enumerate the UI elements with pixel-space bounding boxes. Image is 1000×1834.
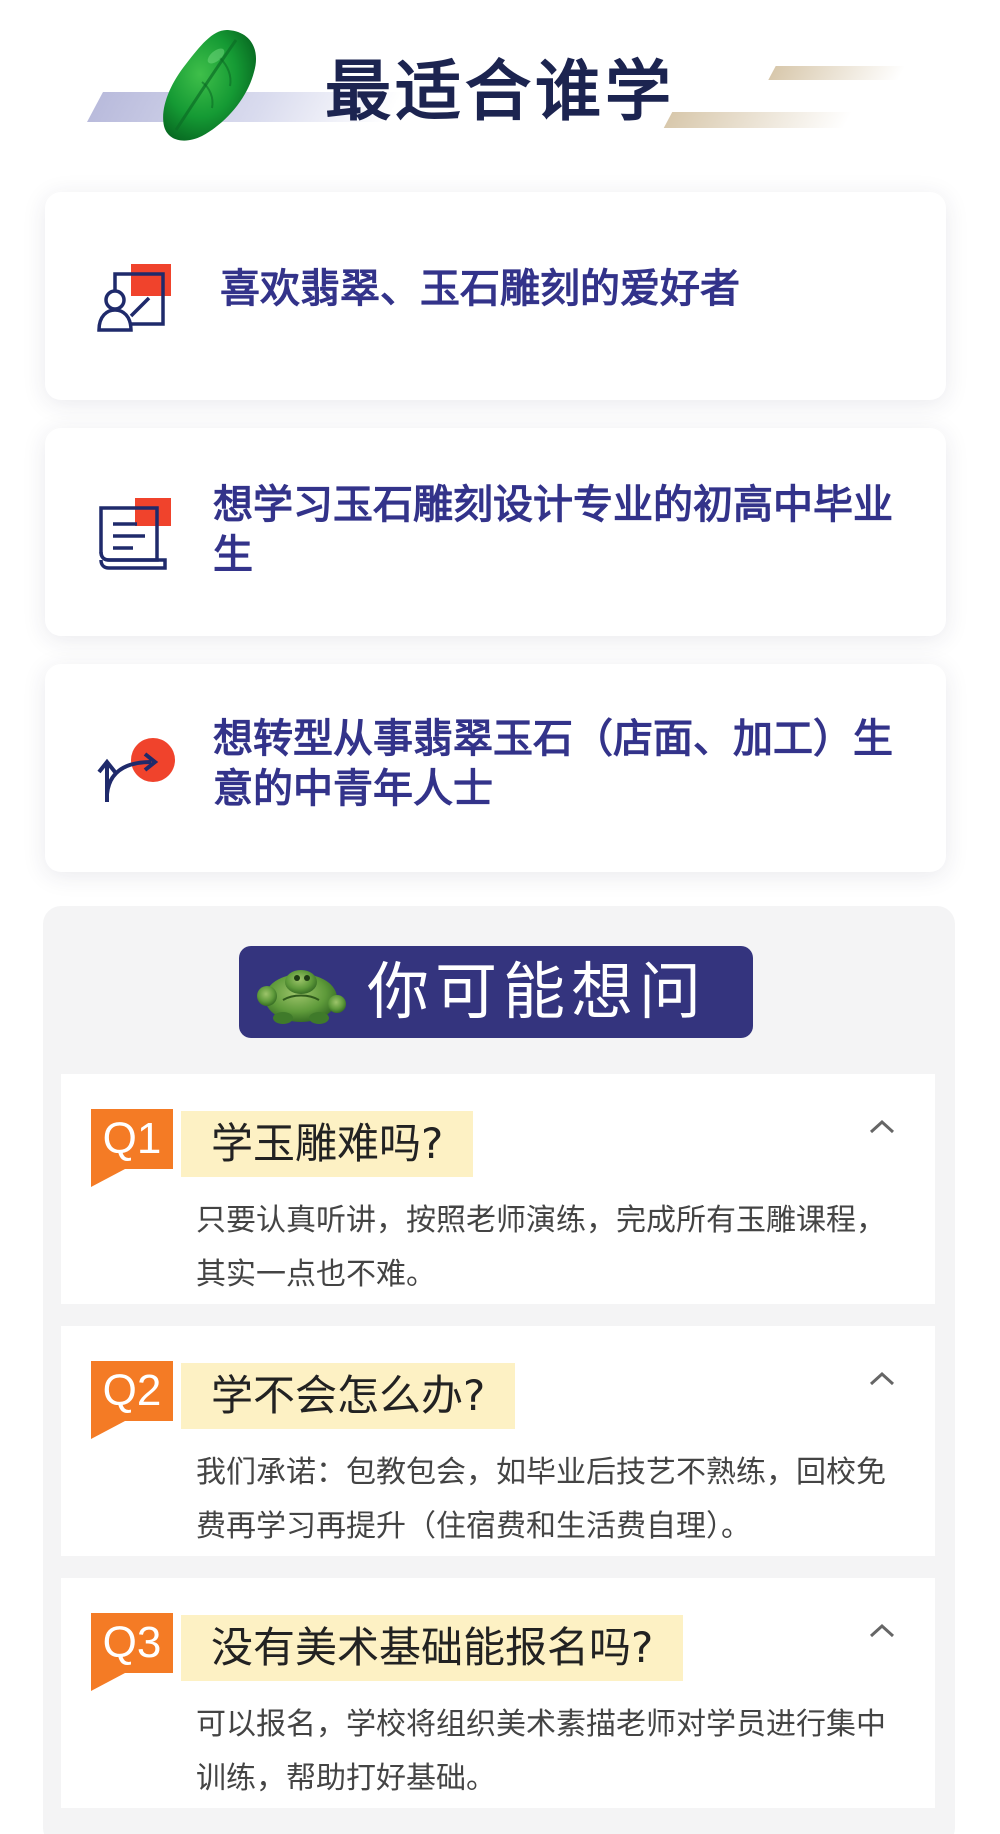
question-badge: Q2 xyxy=(91,1361,173,1439)
header-decor-band-right-top xyxy=(768,66,906,80)
answer-text: 只要认真听讲，按照老师演练，完成所有玉雕课程，其实一点也不难。 xyxy=(196,1203,886,1292)
faq-item[interactable]: Q2 学不会怎么办? 我们承诺：包教包会，如毕业后技艺不熟练，回校免费再学习再提… xyxy=(61,1326,935,1556)
faq-item[interactable]: Q1 学玉雕难吗? 只要认真听讲，按照老师演练，完成所有玉雕课程，其实一点也不难… xyxy=(61,1074,935,1304)
audience-text: 喜欢翡翠、玉石雕刻的爱好者 xyxy=(220,266,740,312)
presenter-icon xyxy=(97,264,171,332)
question-badge: Q3 xyxy=(91,1613,173,1691)
page-title: 最适合谁学 xyxy=(325,53,675,130)
question-badge-tail xyxy=(91,1169,125,1187)
jade-leaf-icon xyxy=(163,29,257,141)
question-badge-label: Q2 xyxy=(91,1361,173,1421)
turn-arrow-icon xyxy=(97,738,175,802)
question-badge-tail xyxy=(91,1673,125,1691)
chevron-up-icon[interactable] xyxy=(865,1614,899,1648)
faq-section: 你可能想问 Q1 学玉雕难吗? 只要认真听讲，按照老师演练，完成所有玉雕课程，其… xyxy=(43,906,955,1834)
jade-turtle-icon xyxy=(257,970,346,1024)
audience-card: 想学习玉石雕刻设计专业的初高中毕业生 xyxy=(45,428,946,636)
answer-text: 可以报名，学校将组织美术素描老师对学员进行集中训练，帮助打好基础。 xyxy=(196,1707,886,1796)
question-title: 没有美术基础能报名吗? xyxy=(181,1615,684,1681)
faq-banner: 你可能想问 xyxy=(239,946,753,1038)
audience-text: 想学习玉石雕刻设计专业的初高中毕业生 xyxy=(213,482,893,578)
faq-banner-label: 你可能想问 xyxy=(367,955,708,1028)
answer-text: 我们承诺：包教包会，如毕业后技艺不熟练，回校免费再学习再提升（住宿费和生活费自理… xyxy=(196,1455,886,1544)
section-header: 最适合谁学 xyxy=(0,0,1000,150)
question-title: 学玉雕难吗? xyxy=(181,1111,474,1177)
book-icon xyxy=(99,498,171,570)
audience-card: 想转型从事翡翠玉石（店面、加工）生意的中青年人士 xyxy=(45,664,946,872)
audience-card: 喜欢翡翠、玉石雕刻的爱好者 xyxy=(45,192,946,400)
question-title: 学不会怎么办? xyxy=(181,1363,516,1429)
question-badge: Q1 xyxy=(91,1109,173,1187)
audience-text: 想转型从事翡翠玉石（店面、加工）生意的中青年人士 xyxy=(213,716,893,812)
question-badge-label: Q3 xyxy=(91,1613,173,1673)
question-badge-tail xyxy=(91,1421,125,1439)
chevron-up-icon[interactable] xyxy=(865,1362,899,1396)
question-badge-label: Q1 xyxy=(91,1109,173,1169)
faq-item[interactable]: Q3 没有美术基础能报名吗? 可以报名，学校将组织美术素描老师对学员进行集中训练… xyxy=(61,1578,935,1808)
chevron-up-icon[interactable] xyxy=(865,1110,899,1144)
